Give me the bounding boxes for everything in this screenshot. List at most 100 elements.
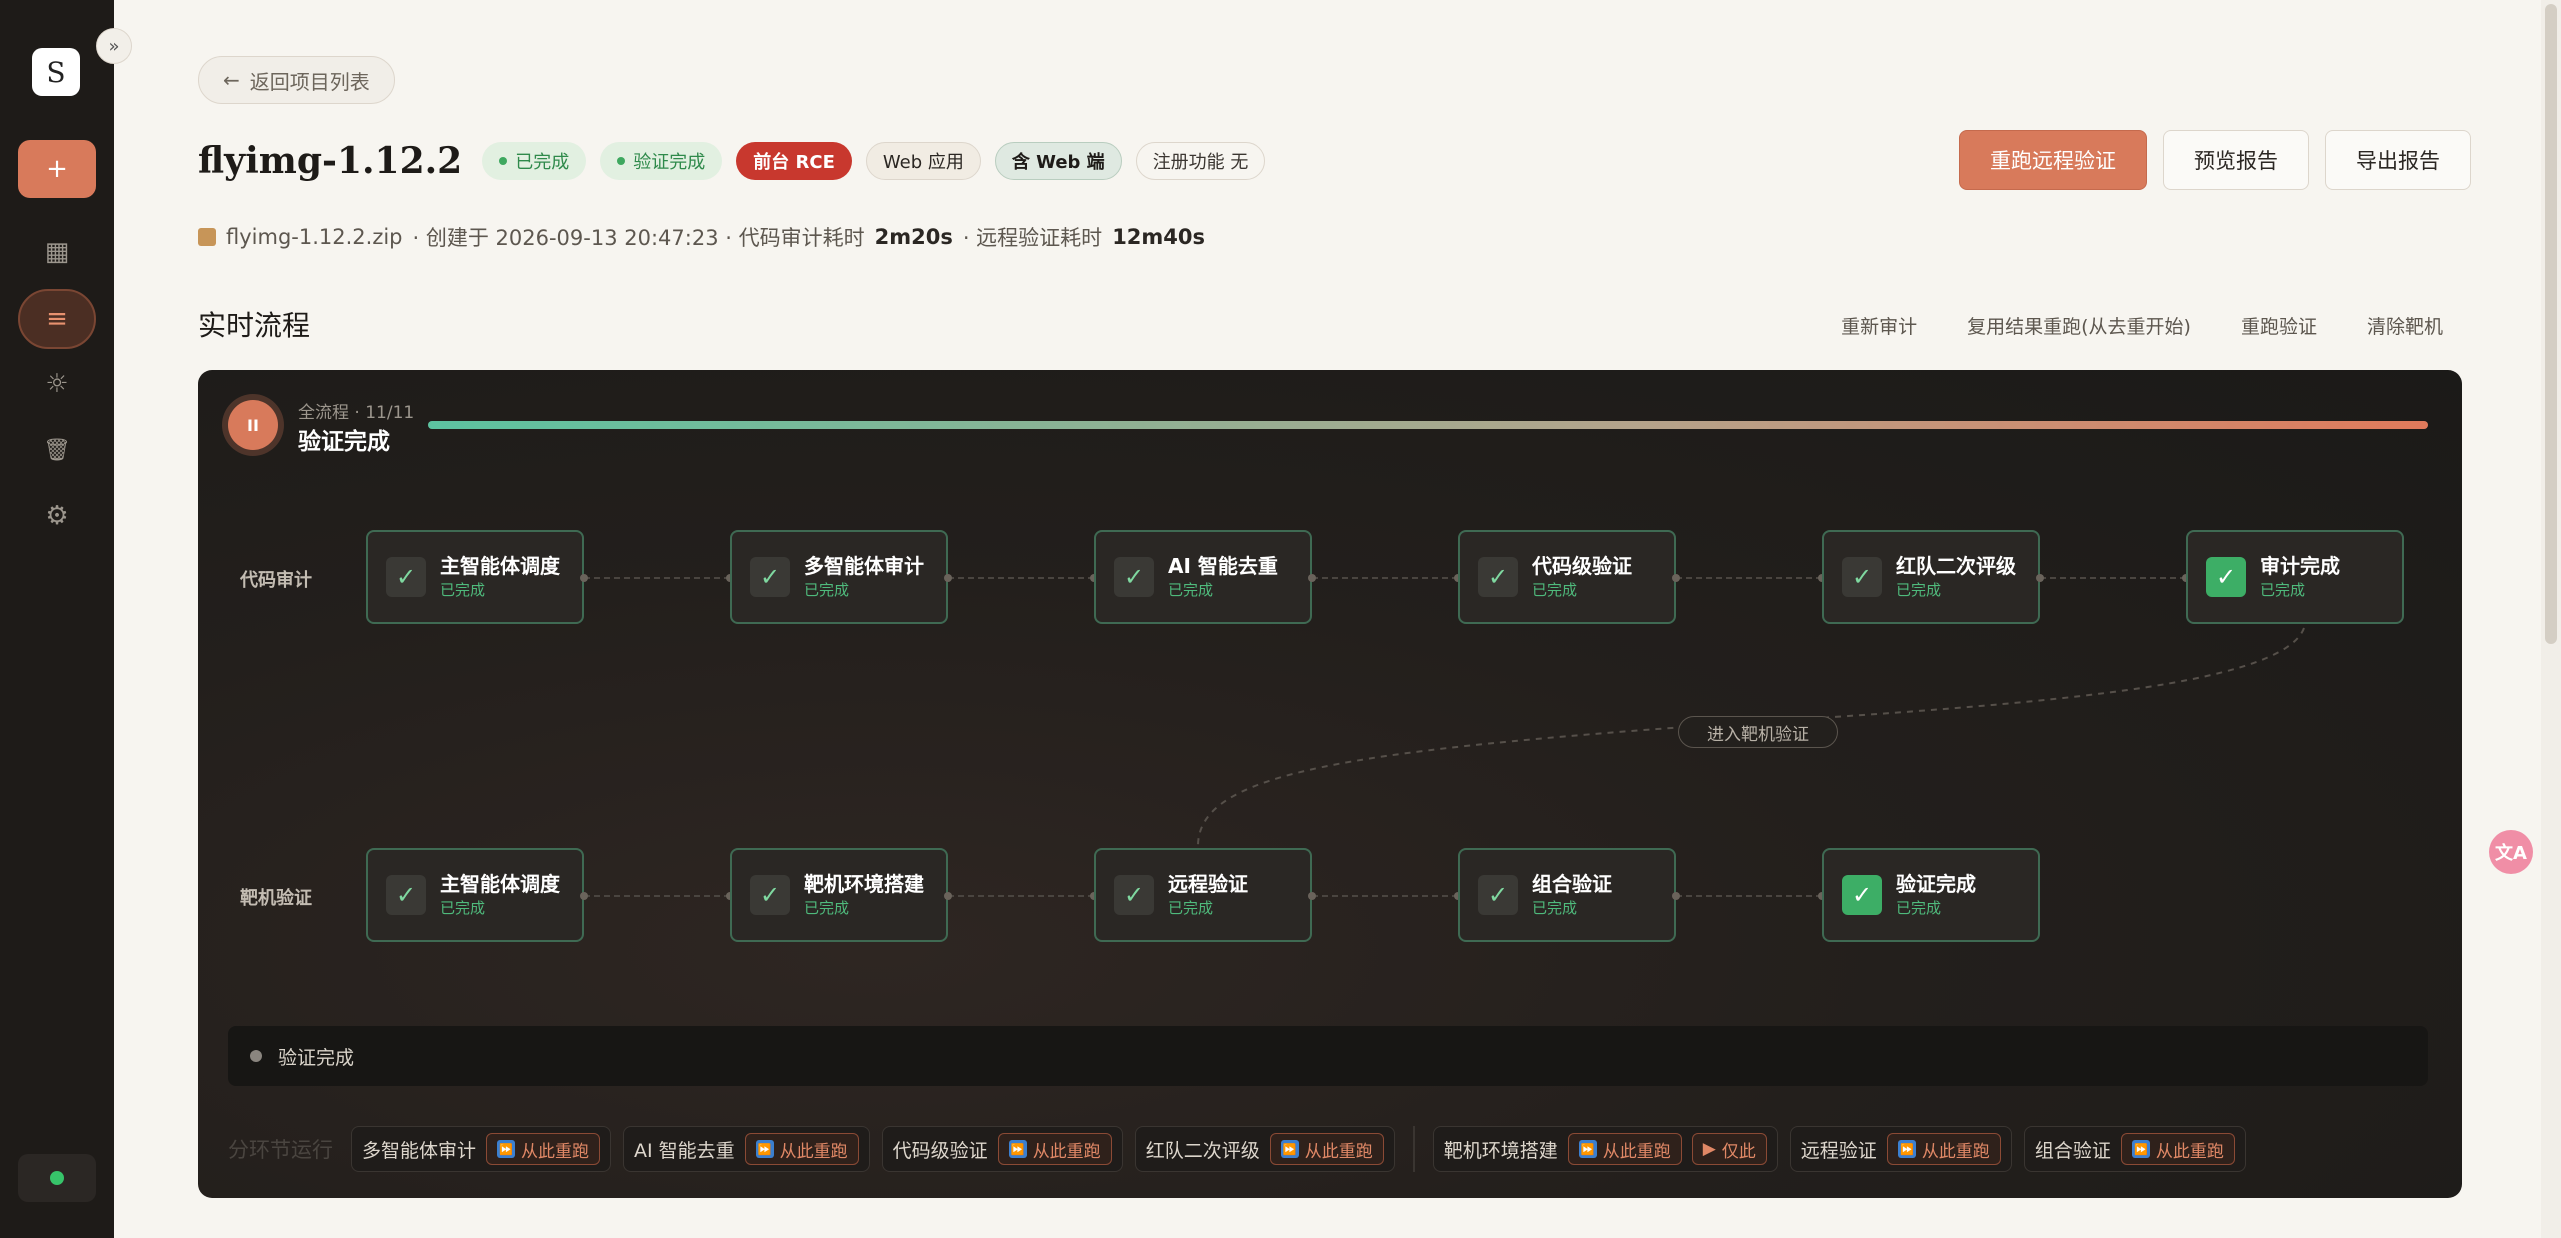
connector-dot — [580, 892, 588, 900]
fast-forward-icon: ⏩ — [1008, 1140, 1027, 1158]
dashboard-icon[interactable]: ▦ — [37, 232, 77, 272]
node-text: 靶机环境搭建 已完成 — [804, 873, 924, 918]
settings-icon[interactable]: ⚙ — [37, 496, 77, 536]
segment-item: 远程验证 ⏩ 从此重跑 — [1789, 1126, 2012, 1172]
title-row: flyimg-1.12.2 已完成 验证完成 前台 RCE Web 应用 含 W… — [198, 140, 1266, 182]
flow-node[interactable]: ✓ 代码级验证 已完成 — [1458, 530, 1676, 624]
project-meta: flyimg-1.12.2.zip · 创建于 2026-09-13 20:47… — [198, 222, 1205, 252]
rerun-from-here-button[interactable]: ⏩ 从此重跑 — [997, 1133, 1112, 1165]
badge-label: 验证完成 — [633, 152, 706, 173]
node-name: 验证完成 — [1896, 871, 1976, 896]
rerun-label: 从此重跑 — [521, 1141, 590, 1162]
badge-label: 已完成 — [515, 152, 570, 173]
flow-node[interactable]: ✓ 组合验证 已完成 — [1458, 848, 1676, 942]
trash-icon[interactable]: 🗑 — [37, 430, 77, 470]
flow-node[interactable]: ✓ 主智能体调度 已完成 — [366, 848, 584, 942]
fast-forward-icon: ⏩ — [755, 1140, 774, 1158]
flow-node[interactable]: ✓ 靶机环境搭建 已完成 — [730, 848, 948, 942]
check-icon: ✓ — [1842, 557, 1882, 597]
node-connector — [1312, 577, 1458, 579]
node-name: 靶机环境搭建 — [804, 871, 924, 896]
reuse-rerun-link[interactable]: 复用结果重跑(从去重开始) — [1967, 312, 2191, 339]
node-connector — [948, 577, 1094, 579]
rerun-remote-verify-button[interactable]: 重跑远程验证 — [1959, 130, 2147, 190]
check-icon: ✓ — [386, 557, 426, 597]
flow-node[interactable]: ✓ 多智能体审计 已完成 — [730, 530, 948, 624]
rerun-from-here-button[interactable]: ⏩ 从此重跑 — [486, 1133, 601, 1165]
header-actions: 重跑远程验证 预览报告 导出报告 — [1959, 130, 2471, 190]
check-icon: ✓ — [1478, 875, 1518, 915]
segment-run-title: 分环节运行 — [228, 1138, 333, 1162]
lane-label: 代码审计 — [240, 570, 312, 591]
log-text: 验证完成 — [278, 1046, 355, 1069]
segment-item: 多智能体审计 ⏩ 从此重跑 — [351, 1126, 612, 1172]
segment-item: 靶机环境搭建 ⏩ 从此重跑 ▶ 仅此 — [1432, 1126, 1778, 1172]
rerun-from-here-button[interactable]: ⏩ 从此重跑 — [1886, 1133, 2001, 1165]
segment-item: 组合验证 ⏩ 从此重跑 — [2023, 1126, 2246, 1172]
segment-divider — [1412, 1126, 1415, 1172]
segment-name: 代码级验证 — [892, 1139, 988, 1162]
translate-icon[interactable]: 文A — [2489, 830, 2533, 874]
register-badge: 注册功能 无 — [1135, 142, 1266, 180]
node-status: 已完成 — [804, 898, 850, 917]
meta-remote-label: · 远程验证耗时 — [962, 226, 1103, 250]
node-text: 代码级验证 已完成 — [1532, 555, 1632, 600]
node-status: 已完成 — [1532, 580, 1578, 599]
fast-forward-icon: ⏩ — [1897, 1140, 1916, 1158]
sidebar-collapse-button[interactable]: » — [96, 28, 132, 64]
back-to-projects-button[interactable]: ← 返回项目列表 — [198, 56, 395, 104]
sun-icon[interactable]: ☼ — [37, 364, 77, 404]
connection-status[interactable] — [18, 1154, 96, 1202]
main-content: ← 返回项目列表 flyimg-1.12.2 已完成 验证完成 前台 RCE W… — [114, 0, 2561, 1238]
rerun-label: 从此重跑 — [1921, 1141, 1990, 1162]
package-icon — [198, 228, 216, 246]
run-only-this-button[interactable]: ▶ 仅此 — [1691, 1133, 1767, 1165]
sidebar: S + ▦ ≡ ☼ 🗑 ⚙ — [0, 0, 114, 1238]
node-name: 远程验证 — [1168, 871, 1248, 896]
status-dot — [50, 1171, 64, 1185]
node-connector — [1676, 895, 1822, 897]
export-report-button[interactable]: 导出报告 — [2325, 130, 2471, 190]
node-name: AI 智能去重 — [1168, 553, 1278, 578]
scroll-thumb[interactable] — [2545, 4, 2557, 644]
flow-node[interactable]: ✓ 远程验证 已完成 — [1094, 848, 1312, 942]
connector-dot — [1308, 892, 1316, 900]
node-status: 已完成 — [440, 898, 486, 917]
clear-target-link[interactable]: 清除靶机 — [2367, 312, 2443, 339]
meta-file: flyimg-1.12.2.zip — [226, 225, 403, 249]
rerun-verify-link[interactable]: 重跑验证 — [2241, 312, 2317, 339]
app-logo[interactable]: S — [32, 48, 80, 96]
list-icon[interactable]: ≡ — [18, 289, 96, 349]
only-label: 仅此 — [1721, 1141, 1756, 1162]
flow-node[interactable]: ✓ AI 智能去重 已完成 — [1094, 530, 1312, 624]
re-audit-link[interactable]: 重新审计 — [1841, 312, 1917, 339]
flow-node[interactable]: ✓ 审计完成 已完成 — [2186, 530, 2404, 624]
node-text: 主智能体调度 已完成 — [440, 555, 560, 600]
node-name: 审计完成 — [2260, 553, 2340, 578]
node-connector — [584, 577, 730, 579]
flow-node[interactable]: ✓ 主智能体调度 已完成 — [366, 530, 584, 624]
segment-name: 多智能体审计 — [362, 1139, 477, 1162]
flow-node[interactable]: ✓ 验证完成 已完成 — [1822, 848, 2040, 942]
preview-report-button[interactable]: 预览报告 — [2163, 130, 2309, 190]
node-name: 多智能体审计 — [804, 553, 924, 578]
meta-created: · 创建于 2026-09-13 20:47:23 · 代码审计耗时 — [412, 226, 865, 250]
node-name: 组合验证 — [1532, 871, 1612, 896]
rerun-from-here-button[interactable]: ⏩ 从此重跑 — [1269, 1133, 1384, 1165]
new-project-button[interactable]: + — [18, 140, 96, 198]
connector-dot — [944, 574, 952, 582]
node-text: 多智能体审计 已完成 — [804, 555, 924, 600]
rerun-from-here-button[interactable]: ⏩ 从此重跑 — [744, 1133, 859, 1165]
section-links: 重新审计 复用结果重跑(从去重开始) 重跑验证 清除靶机 — [1841, 312, 2443, 339]
segment-name: 远程验证 — [1800, 1139, 1877, 1162]
node-status: 已完成 — [440, 580, 486, 599]
log-status-dot — [250, 1050, 262, 1062]
rerun-from-here-button[interactable]: ⏩ 从此重跑 — [2120, 1133, 2235, 1165]
node-text: 红队二次评级 已完成 — [1896, 555, 2016, 600]
flow-node[interactable]: ✓ 红队二次评级 已完成 — [1822, 530, 2040, 624]
page-scrollbar[interactable] — [2541, 0, 2561, 1238]
enter-target-verify-label: 进入靶机验证 — [1678, 716, 1838, 748]
segment-name: AI 智能去重 — [634, 1139, 735, 1162]
node-name: 主智能体调度 — [440, 871, 560, 896]
rerun-from-here-button[interactable]: ⏩ 从此重跑 — [1567, 1133, 1682, 1165]
